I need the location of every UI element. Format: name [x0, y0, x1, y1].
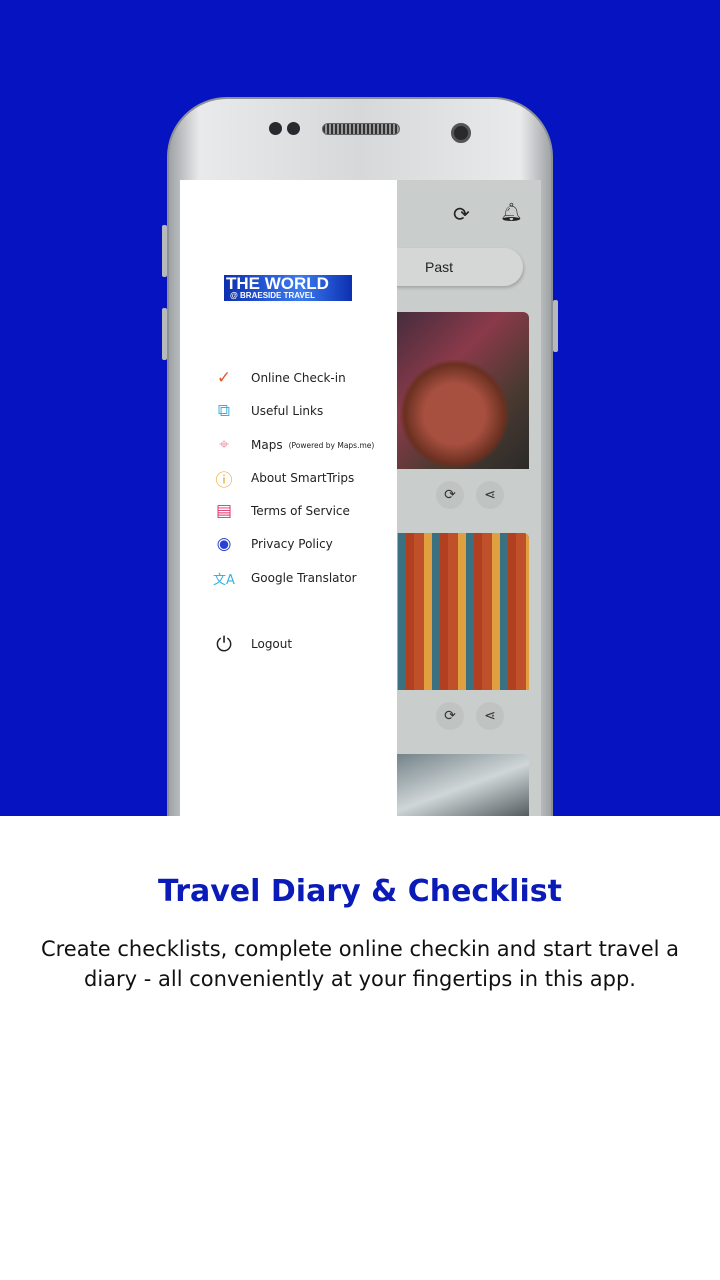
trip-card[interactable]: ⟳ ⋖ [380, 312, 529, 521]
phone-screen: ⟳ 🔔︎ Past ⟳ ⋖ ⟳ ⋖ THE WORLD @ BRAESIDE TRA… [180, 180, 541, 816]
camera-icon [451, 123, 471, 143]
sync-button[interactable]: ⟳ [436, 702, 464, 730]
menu-item-privacy[interactable]: ◉ Privacy Policy [212, 532, 333, 556]
menu-item-translator[interactable]: 文A Google Translator [212, 566, 356, 590]
share-button[interactable]: ⋖ [476, 702, 504, 730]
info-icon: ⓘ [215, 470, 233, 491]
navigation-drawer: THE WORLD @ BRAESIDE TRAVEL ✓ Online Chec… [180, 180, 397, 816]
map-pin-icon: ⌖ [219, 435, 229, 455]
document-icon: ▤ [215, 501, 233, 521]
refresh-icon[interactable]: ⟳ [453, 202, 470, 226]
translate-icon: 文A [213, 572, 235, 588]
share-button[interactable]: ⋖ [476, 481, 504, 509]
description: Create checklists, complete online check… [40, 937, 680, 991]
volume-button [162, 308, 167, 360]
trip-image [380, 533, 529, 690]
sync-button[interactable]: ⟳ [436, 481, 464, 509]
menu-item-useful-links[interactable]: ⧉ Useful Links [212, 399, 323, 423]
power-icon: ⏻ [216, 632, 232, 656]
sensor-icon [269, 122, 282, 135]
sensor-icon [287, 122, 300, 135]
menu-item-maps[interactable]: ⌖ Maps (Powered by Maps.me) [212, 433, 374, 457]
link-icon: ⧉ [217, 401, 231, 421]
hero-background: ⟳ 🔔︎ Past ⟳ ⋖ ⟳ ⋖ THE WORLD @ BRAESIDE TRA… [0, 0, 720, 816]
power-button [553, 300, 558, 352]
brand-logo: THE WORLD @ BRAESIDE TRAVEL [224, 275, 352, 301]
bell-icon[interactable]: 🔔︎ [500, 202, 523, 223]
volume-button [162, 225, 167, 277]
trip-card[interactable]: ⟳ ⋖ [380, 533, 529, 742]
menu-item-logout[interactable]: ⏻ Logout [212, 632, 292, 656]
menu-item-about[interactable]: ⓘ About SmartTrips [212, 466, 355, 491]
headline: Travel Diary & Checklist [158, 874, 562, 909]
trip-card[interactable] [380, 754, 529, 816]
speaker [322, 123, 400, 135]
menu-item-online-check-in[interactable]: ✓ Online Check-in [212, 366, 346, 390]
check-location-icon: ✓ [216, 368, 232, 388]
trip-image [380, 754, 529, 816]
menu-item-terms[interactable]: ▤ Terms of Service [212, 499, 350, 523]
trip-image [380, 312, 529, 469]
eye-icon: ◉ [216, 534, 232, 554]
